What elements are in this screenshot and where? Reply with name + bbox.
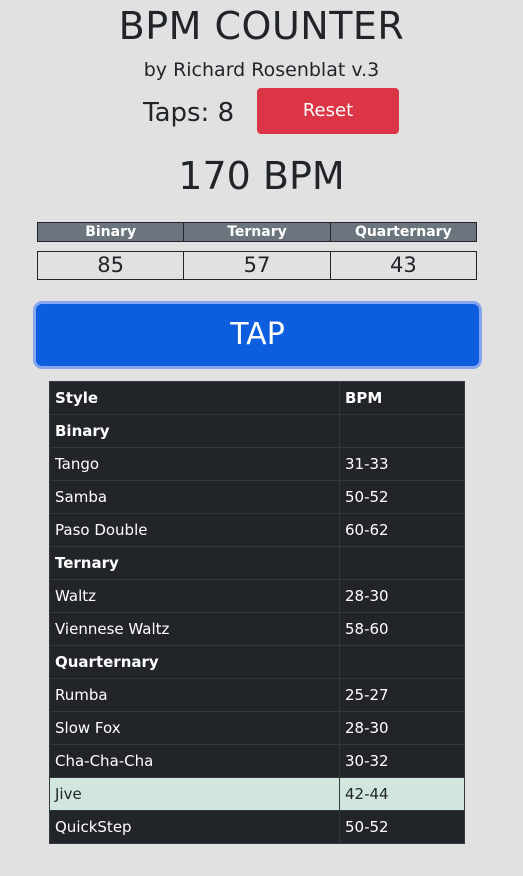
row-bpm: 58-60 (339, 612, 465, 646)
row-style: Viennese Waltz (49, 612, 340, 646)
table-row: Cha-Cha-Cha 30-32 (49, 744, 465, 778)
row-style: Paso Double (49, 513, 340, 547)
row-style: Slow Fox (49, 711, 340, 745)
row-bpm: 50-52 (339, 810, 465, 844)
row-style: Cha-Cha-Cha (49, 744, 340, 778)
column-header-style: Style (49, 381, 340, 415)
table-row-group: Quarternary (49, 645, 465, 679)
row-bpm: 28-30 (339, 579, 465, 613)
row-style: Binary (49, 414, 340, 448)
column-header-bpm: BPM (339, 381, 465, 415)
meter-header-ternary: Ternary (183, 222, 331, 242)
tap-button[interactable]: TAP (36, 304, 479, 366)
table-row-group: Binary (49, 414, 465, 448)
reset-button[interactable]: Reset (257, 88, 399, 134)
row-bpm: 30-32 (339, 744, 465, 778)
row-style: Quarternary (49, 645, 340, 679)
dance-style-table: Style BPM Binary Tango 31-33 Samba 50-52… (49, 381, 465, 844)
table-row: Rumba 25-27 (49, 678, 465, 712)
row-bpm: 42-44 (339, 777, 465, 811)
table-row-group: Ternary (49, 546, 465, 580)
table-row: Samba 50-52 (49, 480, 465, 514)
row-style: Rumba (49, 678, 340, 712)
row-style: Samba (49, 480, 340, 514)
meter-table: Binary Ternary Quarternary 85 57 43 (36, 222, 478, 280)
row-style: Ternary (49, 546, 340, 580)
author-subtitle: by Richard Rosenblat v.3 (143, 59, 380, 81)
row-style: Jive (49, 777, 340, 811)
meter-spacer (38, 242, 477, 252)
table-row: Viennese Waltz 58-60 (49, 612, 465, 646)
row-bpm: 50-52 (339, 480, 465, 514)
table-row-highlighted: Jive 42-44 (49, 777, 465, 811)
meter-value-ternary: 57 (183, 251, 331, 280)
meter-value-quarternary: 43 (329, 251, 478, 280)
row-bpm (339, 546, 465, 580)
row-style: QuickStep (49, 810, 340, 844)
row-bpm (339, 414, 465, 448)
row-bpm: 25-27 (339, 678, 465, 712)
meter-header-binary: Binary (36, 222, 185, 242)
row-bpm: 28-30 (339, 711, 465, 745)
page-title: BPM COUNTER (118, 4, 405, 48)
meter-header-row: Binary Ternary Quarternary (36, 222, 478, 242)
bpm-display: 170 BPM (178, 154, 345, 198)
row-bpm (339, 645, 465, 679)
table-header-row: Style BPM (49, 381, 465, 415)
table-row: QuickStep 50-52 (49, 810, 465, 844)
row-style: Tango (49, 447, 340, 481)
meter-header-quarternary: Quarternary (329, 222, 478, 242)
table-row: Waltz 28-30 (49, 579, 465, 613)
meter-value-binary: 85 (36, 251, 185, 280)
meter-values-row: 85 57 43 (36, 251, 478, 280)
table-row: Paso Double 60-62 (49, 513, 465, 547)
row-style: Waltz (49, 579, 340, 613)
table-row: Slow Fox 28-30 (49, 711, 465, 745)
taps-counter: Taps: 8 (143, 98, 235, 128)
row-bpm: 31-33 (339, 447, 465, 481)
table-row: Tango 31-33 (49, 447, 465, 481)
row-bpm: 60-62 (339, 513, 465, 547)
